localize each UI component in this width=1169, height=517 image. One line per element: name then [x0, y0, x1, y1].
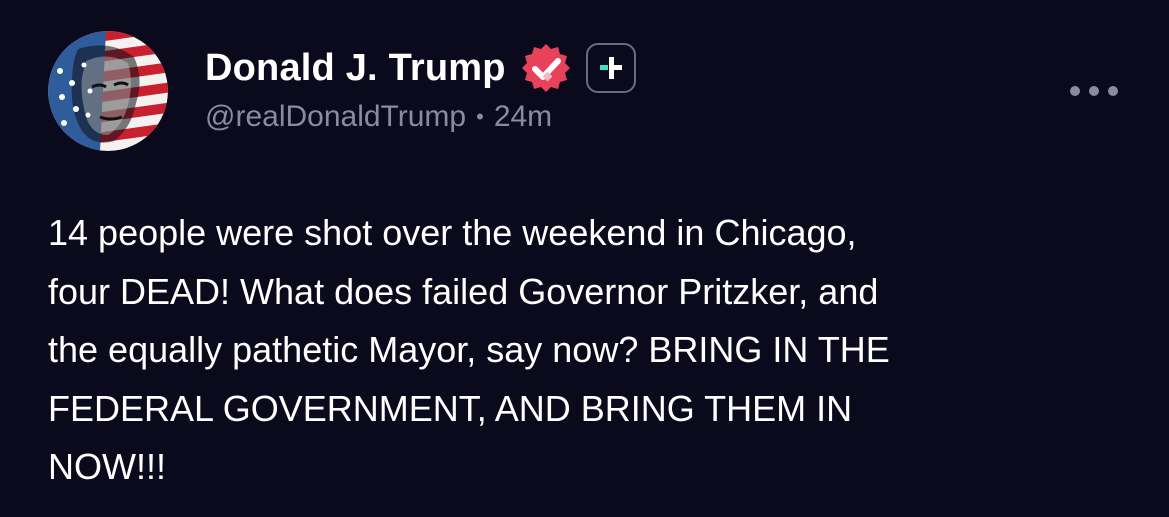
more-options-icon[interactable] [1070, 78, 1118, 104]
plus-badge-icon[interactable] [585, 43, 636, 93]
post-timestamp[interactable]: 24m [494, 100, 552, 134]
post-meta: @realDonaldTrump • 24m [205, 100, 636, 134]
post-text: 14 people were shot over the weekend in … [48, 212, 890, 487]
post-header: Donald J. Trump @realDonaldTrump • 24m [205, 40, 636, 134]
avatar[interactable] [48, 31, 168, 151]
author-handle[interactable]: @realDonaldTrump [205, 100, 466, 134]
more-dot [1070, 86, 1080, 96]
verified-check-icon [518, 40, 574, 96]
author-display-name[interactable]: Donald J. Trump [205, 47, 506, 90]
more-dot [1108, 86, 1118, 96]
post-card: Donald J. Trump @realDonaldTrump • 24m 1… [0, 0, 1169, 517]
avatar-flag-portrait-image [48, 31, 168, 151]
more-dot [1089, 86, 1099, 96]
name-row: Donald J. Trump [205, 40, 636, 96]
meta-separator: • [476, 104, 484, 129]
